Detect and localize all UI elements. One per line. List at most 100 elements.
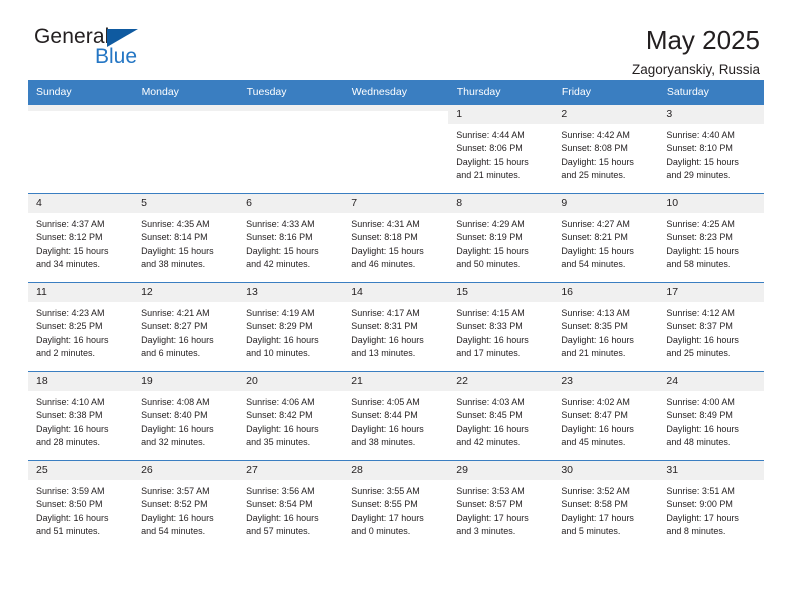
calendar-day-cell[interactable]: 30 Sunrise: 3:52 AM Sunset: 8:58 PM Dayligh… — [553, 460, 659, 549]
sunset-text: Sunset: 8:25 PM — [36, 321, 103, 332]
daylight-text-line2: and 17 minutes. — [456, 347, 521, 358]
page-subtitle: Zagoryanskiy, Russia — [631, 61, 760, 77]
calendar-day-cell[interactable]: 7 Sunrise: 4:31 AM Sunset: 8:18 PM Daylight… — [343, 193, 449, 283]
sunset-text: Sunset: 8:37 PM — [666, 321, 733, 332]
daylight-text-line1: Daylight: 16 hours — [351, 423, 424, 434]
calendar-day-cell[interactable]: 17 Sunrise: 4:12 AM Sunset: 8:37 PM Dayligh… — [658, 282, 764, 372]
daylight-text-line2: and 38 minutes. — [351, 436, 416, 447]
day-number: 19 — [133, 372, 239, 392]
day-details: Sunrise: 4:33 AM Sunset: 8:16 PM Daylight:… — [238, 213, 343, 271]
calendar-day-cell[interactable]: 20 Sunrise: 4:06 AM Sunset: 8:42 PM Dayligh… — [238, 371, 344, 461]
calendar-day-cell[interactable]: 15 Sunrise: 4:15 AM Sunset: 8:33 PM Dayligh… — [448, 282, 554, 372]
sunrise-text: Sunrise: 4:15 AM — [456, 308, 525, 319]
calendar-day-cell[interactable]: 23 Sunrise: 4:02 AM Sunset: 8:47 PM Dayligh… — [553, 371, 659, 461]
calendar-day-cell[interactable]: 27 Sunrise: 3:56 AM Sunset: 8:54 PM Dayligh… — [238, 460, 344, 549]
day-cell-content: 28 Sunrise: 3:55 AM Sunset: 8:55 PM Dayligh… — [343, 461, 449, 549]
daylight-text-line1: Daylight: 16 hours — [456, 334, 529, 345]
day-cell-content: 12 Sunrise: 4:21 AM Sunset: 8:27 PM Dayligh… — [133, 283, 239, 371]
calendar-day-cell[interactable]: 13 Sunrise: 4:19 AM Sunset: 8:29 PM Dayligh… — [238, 282, 344, 372]
calendar-day-cell[interactable]: 1 Sunrise: 4:44 AM Sunset: 8:06 PM Daylight… — [448, 104, 554, 194]
calendar-day-cell[interactable] — [28, 104, 134, 194]
day-number: 7 — [343, 194, 449, 214]
daylight-text-line1: Daylight: 15 hours — [351, 245, 424, 256]
day-number — [133, 105, 239, 111]
calendar-day-cell[interactable]: 16 Sunrise: 4:13 AM Sunset: 8:35 PM Dayligh… — [553, 282, 659, 372]
calendar-day-cell[interactable]: 25 Sunrise: 3:59 AM Sunset: 8:50 PM Dayligh… — [28, 460, 134, 549]
sunrise-text: Sunrise: 4:29 AM — [456, 219, 525, 230]
daylight-text-line2: and 54 minutes. — [141, 525, 206, 536]
calendar-day-cell[interactable]: 26 Sunrise: 3:57 AM Sunset: 8:52 PM Dayligh… — [133, 460, 239, 549]
sunset-text: Sunset: 8:38 PM — [36, 410, 103, 421]
sunset-text: Sunset: 8:18 PM — [351, 232, 418, 243]
daylight-text-line2: and 2 minutes. — [36, 347, 96, 358]
day-details: Sunrise: 3:52 AM Sunset: 8:58 PM Daylight:… — [553, 480, 658, 538]
sunset-text: Sunset: 8:55 PM — [351, 499, 418, 510]
sunrise-text: Sunrise: 4:10 AM — [36, 397, 105, 408]
calendar-day-cell[interactable] — [238, 104, 344, 194]
calendar-week-row: 4 Sunrise: 4:37 AM Sunset: 8:12 PM Daylight… — [28, 193, 764, 283]
daylight-text-line2: and 58 minutes. — [666, 258, 731, 269]
day-cell-content: 16 Sunrise: 4:13 AM Sunset: 8:35 PM Dayligh… — [553, 283, 659, 371]
calendar-day-cell[interactable]: 28 Sunrise: 3:55 AM Sunset: 8:55 PM Dayligh… — [343, 460, 449, 549]
calendar-day-cell[interactable]: 29 Sunrise: 3:53 AM Sunset: 8:57 PM Dayligh… — [448, 460, 554, 549]
day-number: 6 — [238, 194, 344, 214]
sunrise-text: Sunrise: 4:08 AM — [141, 397, 210, 408]
daylight-text-line2: and 25 minutes. — [666, 347, 731, 358]
day-cell-content: 10 Sunrise: 4:25 AM Sunset: 8:23 PM Dayligh… — [658, 194, 764, 282]
general-blue-logo[interactable]: General Blue — [34, 26, 184, 78]
calendar-day-cell[interactable]: 10 Sunrise: 4:25 AM Sunset: 8:23 PM Dayligh… — [658, 193, 764, 283]
day-cell-content: 29 Sunrise: 3:53 AM Sunset: 8:57 PM Dayligh… — [448, 461, 554, 549]
calendar-day-cell[interactable]: 6 Sunrise: 4:33 AM Sunset: 8:16 PM Daylight… — [238, 193, 344, 283]
daylight-text-line2: and 0 minutes. — [351, 525, 411, 536]
title-block: May 2025 Zagoryanskiy, Russia — [632, 26, 764, 77]
sunset-text: Sunset: 8:58 PM — [561, 499, 628, 510]
day-cell-content: 3 Sunrise: 4:40 AM Sunset: 8:10 PM Daylight… — [658, 105, 764, 193]
calendar-day-cell[interactable]: 3 Sunrise: 4:40 AM Sunset: 8:10 PM Daylight… — [658, 104, 764, 194]
weekday-header-sunday: Sunday — [28, 80, 134, 105]
calendar-day-cell[interactable]: 31 Sunrise: 3:51 AM Sunset: 9:00 PM Dayligh… — [658, 460, 764, 549]
daylight-text-line2: and 28 minutes. — [36, 436, 101, 447]
day-details: Sunrise: 4:35 AM Sunset: 8:14 PM Daylight:… — [133, 213, 238, 271]
sunrise-text: Sunrise: 3:59 AM — [36, 486, 105, 497]
day-details: Sunrise: 4:21 AM Sunset: 8:27 PM Daylight:… — [133, 302, 238, 360]
calendar-day-cell[interactable] — [133, 104, 239, 194]
sunrise-text: Sunrise: 3:52 AM — [561, 486, 630, 497]
calendar-day-cell[interactable]: 5 Sunrise: 4:35 AM Sunset: 8:14 PM Daylight… — [133, 193, 239, 283]
calendar-day-cell[interactable]: 8 Sunrise: 4:29 AM Sunset: 8:19 PM Daylight… — [448, 193, 554, 283]
daylight-text-line2: and 5 minutes. — [561, 525, 621, 536]
daylight-text-line2: and 51 minutes. — [36, 525, 101, 536]
sunrise-text: Sunrise: 4:37 AM — [36, 219, 105, 230]
sunset-text: Sunset: 8:27 PM — [141, 321, 208, 332]
calendar-day-cell[interactable]: 19 Sunrise: 4:08 AM Sunset: 8:40 PM Dayligh… — [133, 371, 239, 461]
logo-text-general: General — [34, 25, 110, 48]
daylight-text-line1: Daylight: 15 hours — [561, 156, 634, 167]
calendar-day-cell[interactable]: 22 Sunrise: 4:03 AM Sunset: 8:45 PM Dayligh… — [448, 371, 554, 461]
calendar-week-row: 18 Sunrise: 4:10 AM Sunset: 8:38 PM Dayligh… — [28, 371, 764, 461]
sunrise-text: Sunrise: 3:51 AM — [666, 486, 735, 497]
calendar-day-cell[interactable] — [343, 104, 449, 194]
day-details: Sunrise: 4:31 AM Sunset: 8:18 PM Daylight:… — [343, 213, 448, 271]
sunset-text: Sunset: 8:57 PM — [456, 499, 523, 510]
daylight-text-line1: Daylight: 15 hours — [666, 245, 739, 256]
calendar-day-cell[interactable]: 18 Sunrise: 4:10 AM Sunset: 8:38 PM Dayligh… — [28, 371, 134, 461]
day-cell-content: 14 Sunrise: 4:17 AM Sunset: 8:31 PM Dayligh… — [343, 283, 449, 371]
daylight-text-line1: Daylight: 16 hours — [246, 423, 319, 434]
calendar-day-cell[interactable]: 12 Sunrise: 4:21 AM Sunset: 8:27 PM Dayligh… — [133, 282, 239, 372]
calendar-table: Sunday Monday Tuesday Wednesday Thursday… — [28, 80, 765, 549]
calendar-day-cell[interactable]: 24 Sunrise: 4:00 AM Sunset: 8:49 PM Dayligh… — [658, 371, 764, 461]
day-cell-content: 15 Sunrise: 4:15 AM Sunset: 8:33 PM Dayligh… — [448, 283, 554, 371]
calendar-day-cell[interactable]: 2 Sunrise: 4:42 AM Sunset: 8:08 PM Daylight… — [553, 104, 659, 194]
calendar-day-cell[interactable]: 11 Sunrise: 4:23 AM Sunset: 8:25 PM Dayligh… — [28, 282, 134, 372]
day-details: Sunrise: 4:17 AM Sunset: 8:31 PM Daylight:… — [343, 302, 448, 360]
day-details: Sunrise: 4:27 AM Sunset: 8:21 PM Daylight:… — [553, 213, 658, 271]
calendar-day-cell[interactable]: 4 Sunrise: 4:37 AM Sunset: 8:12 PM Daylight… — [28, 193, 134, 283]
calendar-day-cell[interactable]: 14 Sunrise: 4:17 AM Sunset: 8:31 PM Dayligh… — [343, 282, 449, 372]
day-cell-content: 30 Sunrise: 3:52 AM Sunset: 8:58 PM Dayligh… — [553, 461, 659, 549]
calendar-day-cell[interactable]: 21 Sunrise: 4:05 AM Sunset: 8:44 PM Dayligh… — [343, 371, 449, 461]
day-number: 20 — [238, 372, 344, 392]
sunrise-text: Sunrise: 4:00 AM — [666, 397, 735, 408]
calendar-day-cell[interactable]: 9 Sunrise: 4:27 AM Sunset: 8:21 PM Daylight… — [553, 193, 659, 283]
weekday-header-tuesday: Tuesday — [238, 80, 344, 105]
day-cell-content — [28, 105, 134, 193]
daylight-text-line2: and 21 minutes. — [561, 347, 626, 358]
